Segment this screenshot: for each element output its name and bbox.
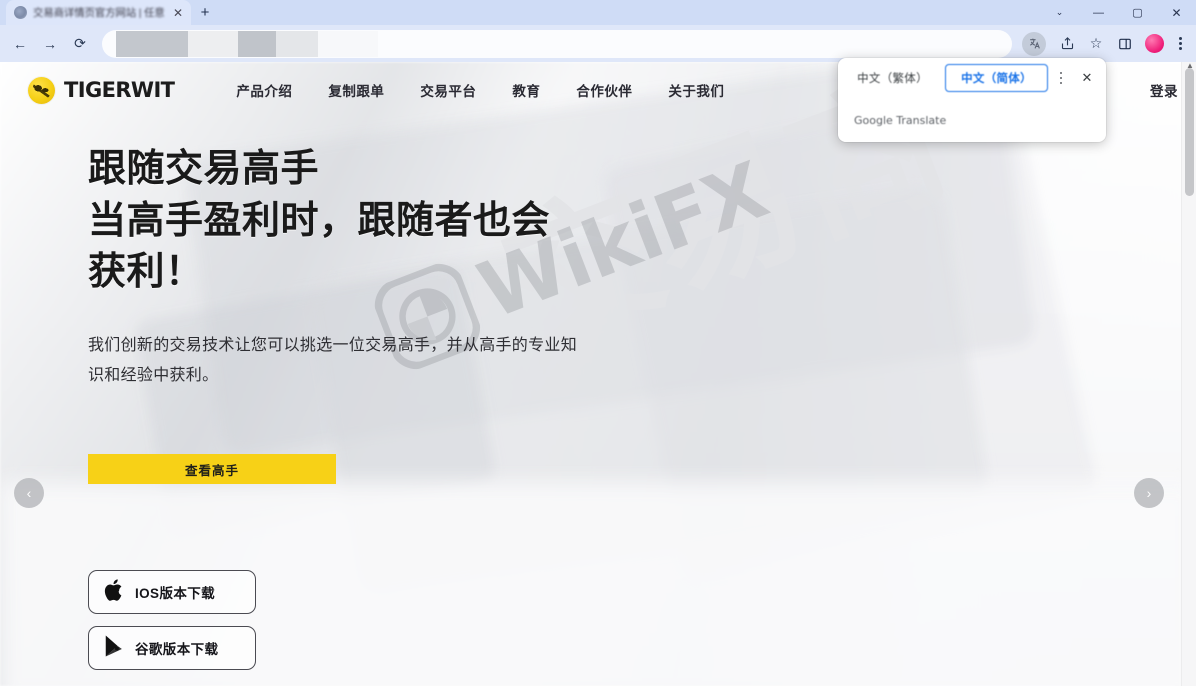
page-title: 跟随交易高手 当高手盈利时，跟随者也会 获利！: [88, 144, 1196, 299]
hero-section: 跟随交易高手 当高手盈利时，跟随者也会 获利！ 我们创新的交易技术让您可以挑选一…: [0, 118, 1196, 485]
page-viewport: 交易商 WikiFX TIGERWIT 产品介绍 复制跟单 交易平台 教育 合作…: [0, 62, 1196, 686]
forward-icon[interactable]: →: [36, 30, 64, 58]
page-scrollbar[interactable]: ▲: [1181, 62, 1196, 686]
nav-item-copytrade[interactable]: 复制跟单: [328, 80, 384, 100]
ios-download-label: IOS版本下载: [135, 586, 216, 601]
brand-logo[interactable]: TIGERWIT: [28, 76, 175, 104]
nav-item-products[interactable]: 产品介绍: [236, 80, 292, 100]
nav-item-platform[interactable]: 交易平台: [420, 80, 476, 100]
chevron-down-icon[interactable]: ⌄: [1040, 0, 1079, 25]
carousel-prev-button[interactable]: ‹: [14, 478, 44, 508]
globe-icon: [14, 6, 27, 19]
minimize-button[interactable]: —: [1079, 0, 1118, 25]
close-window-button[interactable]: ✕: [1157, 0, 1196, 25]
share-icon[interactable]: [1053, 30, 1081, 58]
back-icon[interactable]: ←: [6, 30, 34, 58]
app-download-buttons: IOS版本下载 谷歌版本下载: [88, 570, 256, 682]
android-download-button[interactable]: 谷歌版本下载: [88, 626, 256, 670]
window-controls: ⌄ — ▢ ✕: [1040, 0, 1196, 25]
translate-tab-traditional[interactable]: 中文（繁体）: [842, 64, 943, 92]
new-tab-button[interactable]: +: [191, 0, 219, 25]
carousel-next-button[interactable]: ›: [1134, 478, 1164, 508]
header-right: 登录: [1150, 80, 1178, 100]
headline-line-3: 获利！: [88, 251, 204, 294]
translate-close-icon[interactable]: ✕: [1074, 70, 1100, 86]
redacted-url: [116, 30, 378, 57]
apple-icon: [103, 577, 125, 608]
headline-line-2: 当高手盈利时，跟随者也会: [88, 199, 551, 242]
browser-titlebar: 交易商详情页官方网站 | 任意详情描述… ✕ + ⌄ — ▢ ✕: [0, 0, 1196, 25]
scrollbar-thumb[interactable]: [1185, 68, 1194, 196]
translate-popup: 中文（繁体） 中文（简体） ✕ Google Translate: [838, 58, 1106, 142]
browser-tab[interactable]: 交易商详情页官方网站 | 任意详情描述… ✕: [6, 0, 191, 25]
tiger-logo-icon: [28, 76, 55, 104]
browser-toolbar: ← → ⟳ ☆: [0, 25, 1196, 62]
toolbar-actions: ☆: [1020, 30, 1190, 58]
browser-window: 交易商详情页官方网站 | 任意详情描述… ✕ + ⌄ — ▢ ✕ ← → ⟳: [0, 0, 1196, 686]
login-link[interactable]: 登录: [1150, 80, 1178, 100]
side-panel-icon[interactable]: [1111, 30, 1139, 58]
bookmark-star-icon[interactable]: ☆: [1082, 30, 1110, 58]
nav-item-partners[interactable]: 合作伙伴: [576, 80, 632, 100]
kebab-menu-icon[interactable]: [1170, 37, 1190, 50]
tab-strip: 交易商详情页官方网站 | 任意详情描述… ✕ +: [0, 0, 219, 25]
hero-subtitle: 我们创新的交易技术让您可以挑选一位交易高手，并从高手的专业知识和经验中获利。: [88, 337, 578, 384]
address-bar[interactable]: [102, 29, 1012, 58]
google-play-icon: [103, 634, 125, 663]
ios-download-button[interactable]: IOS版本下载: [88, 570, 256, 614]
translate-icon[interactable]: [1022, 31, 1046, 56]
nav-item-education[interactable]: 教育: [512, 80, 540, 100]
reload-icon[interactable]: ⟳: [66, 30, 94, 58]
nav-item-about[interactable]: 关于我们: [668, 80, 724, 100]
maximize-button[interactable]: ▢: [1118, 0, 1157, 25]
android-download-label: 谷歌版本下载: [135, 642, 219, 657]
translate-footer-label: Google Translate: [838, 98, 1106, 142]
profile-avatar[interactable]: [1145, 34, 1164, 53]
view-masters-button[interactable]: 查看高手: [88, 454, 336, 485]
site-navigation: 产品介绍 复制跟单 交易平台 教育 合作伙伴 关于我们: [236, 80, 724, 100]
headline-line-1: 跟随交易高手: [88, 148, 320, 190]
translate-tab-simplified[interactable]: 中文（简体）: [945, 64, 1048, 92]
brand-name: TIGERWIT: [64, 78, 175, 102]
close-icon[interactable]: ✕: [171, 7, 185, 19]
translate-language-tabs: 中文（繁体） 中文（简体） ✕: [838, 58, 1106, 98]
translate-options-kebab-icon[interactable]: [1050, 71, 1072, 85]
tab-title: 交易商详情页官方网站 | 任意详情描述…: [33, 7, 165, 19]
